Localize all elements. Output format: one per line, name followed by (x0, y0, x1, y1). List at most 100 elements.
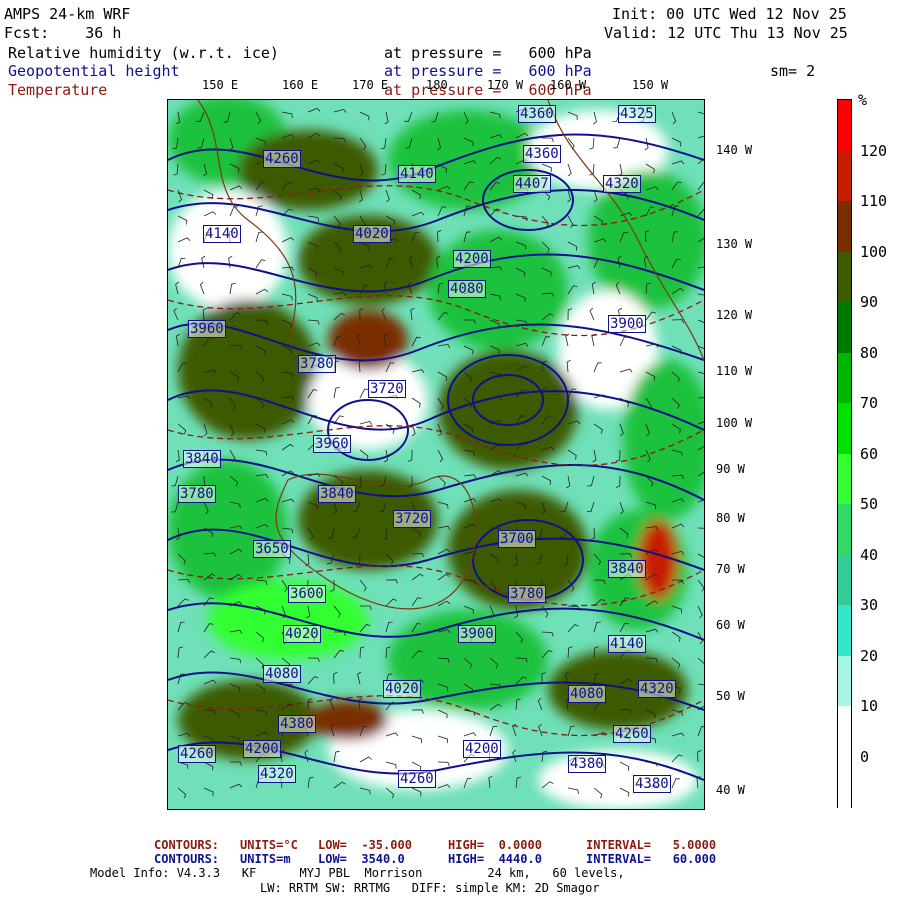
height-contour-label: 3600 (288, 585, 326, 603)
colorbar-label: 110 (860, 192, 888, 210)
colorbar-label: 120 (860, 141, 888, 160)
footer-height-interval: INTERVAL= 60.000 (586, 852, 717, 866)
model-title: AMPS 24-km WRF (4, 5, 131, 23)
colorbar-segment (838, 352, 851, 404)
colorbar-label: 20 (860, 646, 879, 665)
colorbar-segment (838, 655, 851, 707)
height-contour-label: 4260 (613, 725, 651, 743)
height-contour-label: 4360 (523, 145, 561, 163)
height-contour-label: 3840 (318, 485, 356, 503)
longitude-label: 150 W (632, 78, 669, 92)
height-contour-label: 3700 (498, 530, 536, 548)
height-contour-label: 4260 (398, 770, 436, 788)
height-contour-label: 4380 (633, 775, 671, 793)
smoothing-label: sm= 2 (770, 62, 816, 80)
field-height-name: Geopotential height (8, 62, 180, 80)
height-contour-label: 3960 (313, 435, 351, 453)
map-field (168, 100, 704, 809)
field-rh-level: at pressure = 600 hPa (384, 44, 592, 62)
height-contour-label: 4140 (203, 225, 241, 243)
longitude-label: 180 (426, 78, 448, 92)
colorbar-segment (838, 504, 851, 555)
footer-model-info: Model Info: V4.3.3 KF MYJ PBL Morrison 2… (90, 866, 625, 880)
colorbar-label: 90 (860, 293, 879, 311)
height-contour-label: 3840 (183, 450, 221, 468)
longitude-label: 170 W (487, 78, 524, 92)
colorbar-segment (838, 251, 851, 303)
height-contour-label: 4320 (603, 175, 641, 193)
height-contour-label: 4020 (353, 225, 391, 243)
height-contour-label: 4140 (608, 635, 646, 653)
footer-temp-interval: INTERVAL= 5.0000 (586, 838, 717, 852)
height-contour-label: 3960 (188, 320, 226, 338)
colorbar-label: 30 (860, 596, 879, 614)
latitude-label: 70 W (716, 562, 745, 576)
colorbar-unit: % (858, 91, 868, 109)
footer-temp-contours: CONTOURS: (154, 838, 220, 852)
forecast-hour: Fcst: 36 h (4, 24, 122, 42)
colorbar-label: 0 (860, 747, 870, 766)
height-contour-label: 4080 (448, 280, 486, 298)
height-contour-label: 4380 (278, 715, 316, 733)
latitude-label: 100 W (716, 416, 753, 430)
height-contour-label: 3900 (608, 315, 646, 333)
height-contour-label: 3840 (608, 560, 646, 578)
colorbar-segment (838, 201, 851, 252)
field-temp-name: Temperature (8, 81, 108, 99)
colorbar-segment (838, 756, 851, 808)
latitude-label: 50 W (716, 689, 745, 703)
height-contour-label: 3900 (458, 625, 496, 643)
height-contour-label: 4020 (383, 680, 421, 698)
footer-temp-high: HIGH= 0.0000 (448, 838, 542, 852)
latitude-label: 110 W (716, 364, 753, 378)
footer-physics-info: LW: RRTM SW: RRTMG DIFF: simple KM: 2D S… (260, 881, 600, 895)
colorbar-label: 100 (860, 242, 888, 261)
colorbar-label: 70 (860, 394, 879, 412)
height-contour-label: 4080 (263, 665, 301, 683)
colorbar-segment (838, 706, 851, 757)
height-contour-label: 4320 (258, 765, 296, 783)
latitude-label: 80 W (716, 511, 745, 525)
latitude-label: 120 W (716, 308, 753, 322)
height-contour-label: 3780 (178, 485, 216, 503)
height-contour-label: 4080 (568, 685, 606, 703)
init-time: Init: 00 UTC Wed 12 Nov 25 (612, 5, 847, 23)
footer-height-contours: CONTOURS: (154, 852, 220, 866)
colorbar-label: 10 (860, 697, 879, 715)
footer-height-units: UNITS=m (240, 852, 291, 866)
colorbar-label: 60 (860, 444, 879, 463)
colorbar-segment (838, 100, 851, 151)
longitude-label: 160 E (282, 78, 319, 92)
height-contour-label: 3720 (393, 510, 431, 528)
latitude-label: 130 W (716, 237, 753, 251)
latitude-label: 60 W (716, 618, 745, 632)
height-contour-label: 4407 (513, 175, 551, 193)
footer-temp-low: LOW= -35.000 (318, 838, 412, 852)
height-contour-label: 4200 (243, 740, 281, 758)
height-contour-label: 4140 (398, 165, 436, 183)
height-contour-label: 3720 (368, 380, 406, 398)
latitude-label: 90 W (716, 462, 745, 476)
footer-height-high: HIGH= 4440.0 (448, 852, 542, 866)
height-contour-label: 4360 (518, 105, 556, 123)
colorbar-segment (838, 302, 851, 353)
map-panel: 4360 4325 4360 4320 4407 4260 4140 4200 4140 4020… (167, 99, 705, 810)
footer-height-low: LOW= 3540.0 (318, 852, 405, 866)
colorbar-segment (838, 150, 851, 202)
colorbar-segment (838, 403, 851, 454)
colorbar-segment (838, 554, 851, 606)
colorbar-label: 40 (860, 545, 879, 564)
height-contour-label: 4325 (618, 105, 656, 123)
height-contour-label: 4320 (638, 680, 676, 698)
height-contour-label: 4260 (263, 150, 301, 168)
height-contour-label: 4200 (453, 250, 491, 268)
valid-time: Valid: 12 UTC Thu 13 Nov 25 (604, 24, 848, 42)
longitude-label: 150 E (202, 78, 239, 92)
height-contour-label: 3780 (298, 355, 336, 373)
longitude-label: 170 E (352, 78, 389, 92)
longitude-label: 160 W (550, 78, 587, 92)
field-rh-name: Relative humidity (w.r.t. ice) (8, 44, 279, 62)
colorbar-label: 80 (860, 343, 879, 362)
height-contour-label: 4200 (463, 740, 501, 758)
colorbar-label: 50 (860, 495, 879, 513)
